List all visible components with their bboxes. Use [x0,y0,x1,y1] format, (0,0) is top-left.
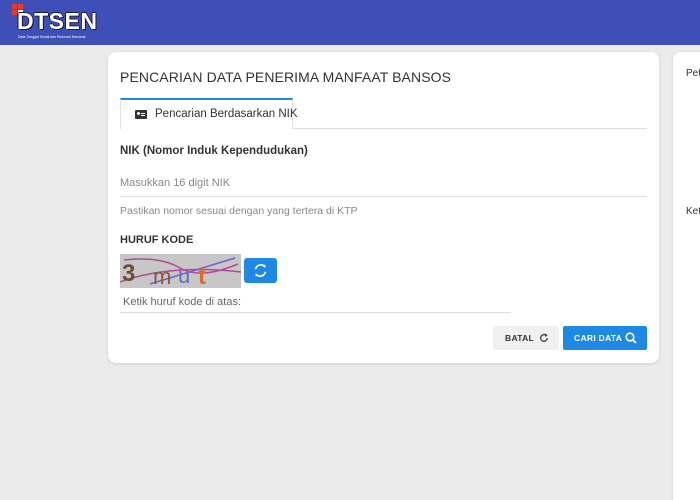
tab-bar: Pencarian Berdasarkan NIK [120,98,647,129]
svg-text:3: 3 [122,260,135,287]
logo-tagline: Data Tunggal Sosial dan Ekonomi Nasional [18,35,86,39]
side-heading-1: Pet [686,68,700,79]
search-card: PENCARIAN DATA PENERIMA MANFAAT BANSOS P… [108,52,659,363]
svg-text:m: m [153,264,171,288]
search-button-label: CARI DATA [574,333,623,343]
reset-icon [540,333,548,342]
captcha-label: HURUF KODE [120,234,194,246]
top-bar: DTSEN Data Tunggal Sosial dan Ekonomi Na… [0,0,700,45]
dtsen-logo[interactable]: DTSEN Data Tunggal Sosial dan Ekonomi Na… [12,4,104,42]
captcha-refresh-button[interactable] [244,258,277,283]
search-button[interactable]: CARI DATA [563,326,647,350]
svg-text:t: t [198,263,206,288]
side-heading-2: Ket [686,206,700,217]
cancel-button[interactable]: BATAL [493,326,559,350]
cancel-button-label: BATAL [505,333,535,343]
refresh-icon [254,264,267,277]
nik-help-text: Pastikan nomor sesuai dengan yang terter… [120,205,358,217]
logo-text: DTSEN [17,8,98,34]
info-side-card: Pet Ket [673,52,700,500]
nik-input[interactable] [120,170,647,197]
tab-nik-search[interactable]: Pencarian Berdasarkan NIK [120,98,298,129]
search-icon [625,332,637,344]
tab-label: Pencarian Berdasarkan NIK [155,108,298,120]
card-title: PENCARIAN DATA PENERIMA MANFAAT BANSOS [120,69,452,85]
nik-label: NIK (Nomor Induk Kependudukan) [120,145,308,157]
id-card-icon [135,110,147,119]
captcha-input[interactable] [120,292,511,313]
svg-text:u: u [178,263,190,288]
captcha-image: 3 m u t [120,254,241,288]
